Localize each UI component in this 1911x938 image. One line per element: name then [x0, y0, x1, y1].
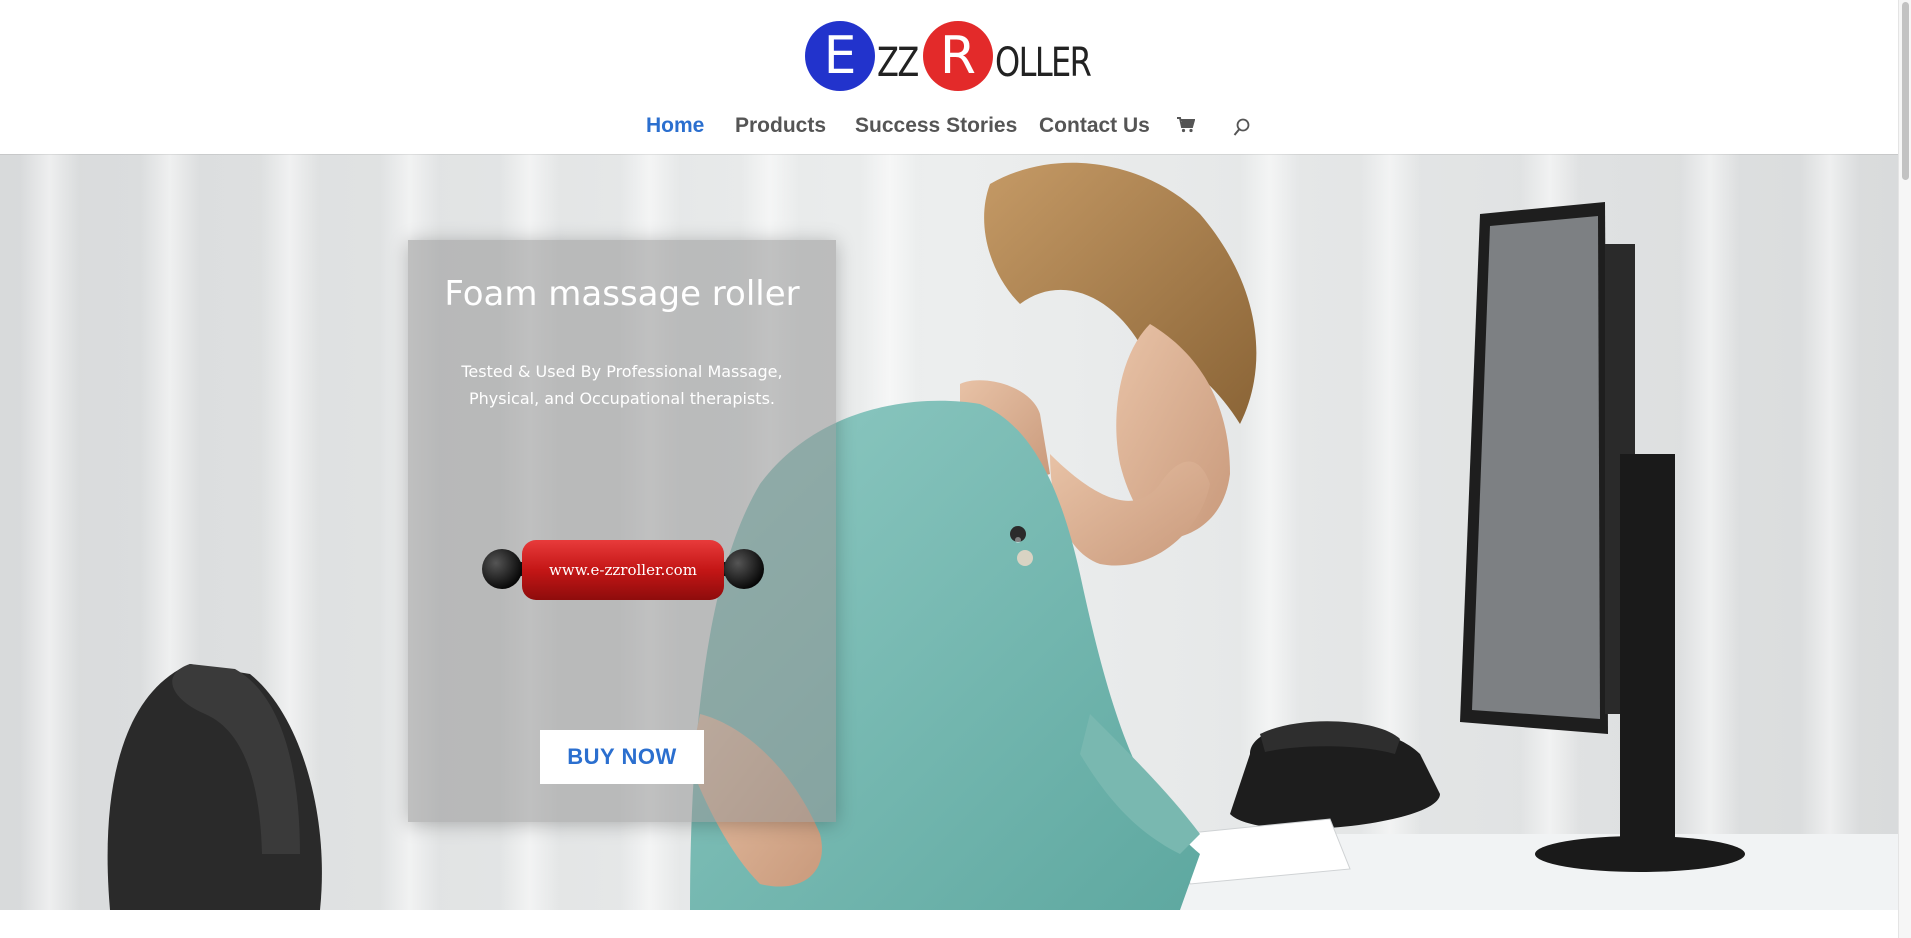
- site-header: E ZZ R OLLER Home Products Success Stori…: [0, 0, 1898, 154]
- logo-text-zz: ZZ: [877, 40, 919, 86]
- hero-background-image: [0, 154, 1898, 910]
- nav-item-contact-us[interactable]: Contact Us: [1039, 114, 1150, 138]
- promo-subtitle: Tested & Used By Professional Massage, P…: [461, 362, 783, 408]
- nav-item-home[interactable]: Home: [646, 114, 704, 138]
- roller-label-text: www.e-zzroller.com: [549, 561, 697, 579]
- logo-e-circle: E: [805, 21, 875, 91]
- nav-item-products[interactable]: Products: [735, 114, 826, 138]
- search-icon[interactable]: [1233, 118, 1251, 138]
- buy-now-button[interactable]: BUY NOW: [540, 730, 704, 784]
- page-scrollbar[interactable]: [1898, 0, 1911, 938]
- nav-item-success-stories[interactable]: Success Stories: [855, 114, 1017, 138]
- promo-title: Foam massage roller: [444, 274, 800, 314]
- main-navigation: Home Products Success Stories Contact Us: [0, 114, 1898, 144]
- promo-card: Foam massage roller Tested & Used By Pro…: [408, 240, 836, 822]
- scrollbar-thumb[interactable]: [1902, 2, 1909, 180]
- logo-r-circle: R: [923, 21, 993, 91]
- hero-banner: Foam massage roller Tested & Used By Pro…: [0, 154, 1898, 910]
- shopping-cart-icon[interactable]: [1177, 117, 1195, 133]
- logo-text-oller: OLLER: [995, 40, 1092, 86]
- foam-roller-product-image: www.e-zzroller.com: [482, 540, 764, 600]
- site-logo[interactable]: E ZZ R OLLER: [805, 20, 1095, 92]
